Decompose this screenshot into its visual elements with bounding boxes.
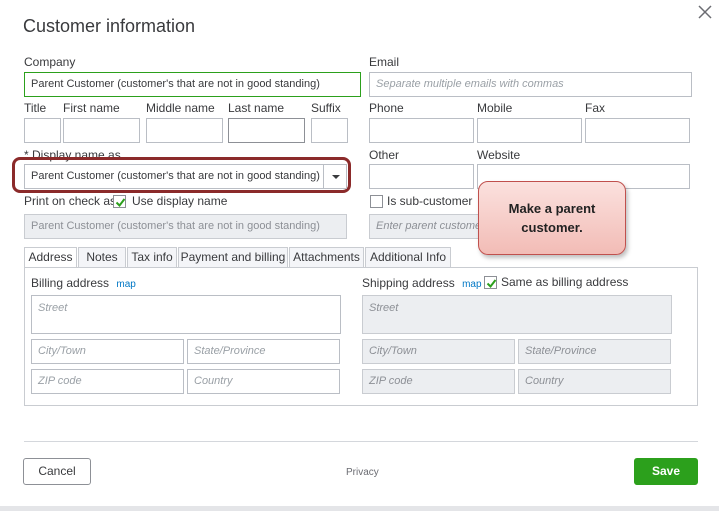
- billing-country-input[interactable]: Country: [187, 369, 340, 394]
- callout-box: Make a parent customer.: [478, 181, 626, 255]
- billing-map-link[interactable]: map: [116, 279, 135, 290]
- email-label: Email: [369, 55, 400, 69]
- print-on-check-input[interactable]: Parent Customer (customer's that are not…: [24, 214, 347, 239]
- use-display-name-label: Use display name: [132, 194, 228, 208]
- title-input[interactable]: [24, 118, 61, 143]
- tab-notes[interactable]: Notes: [78, 247, 126, 268]
- company-input[interactable]: Parent Customer (customer's that are not…: [24, 72, 361, 97]
- tab-tax-info[interactable]: Tax info: [127, 247, 177, 268]
- first-name-input[interactable]: [63, 118, 140, 143]
- fax-label: Fax: [585, 101, 606, 115]
- display-name-select[interactable]: Parent Customer (customer's that are not…: [24, 164, 347, 189]
- shipping-street-input[interactable]: Street: [362, 295, 672, 334]
- save-button[interactable]: Save: [634, 458, 698, 485]
- cancel-button[interactable]: Cancel: [23, 458, 91, 485]
- tab-additional-info[interactable]: Additional Info: [365, 247, 451, 268]
- shipping-city-input[interactable]: City/Town: [362, 339, 515, 364]
- middle-name-input[interactable]: [146, 118, 223, 143]
- checkmark-icon: [115, 198, 126, 208]
- last-name-label: Last name: [228, 101, 285, 115]
- chevron-down-icon[interactable]: [323, 165, 346, 188]
- fax-input[interactable]: [585, 118, 690, 143]
- title-label: Title: [24, 101, 47, 115]
- footer-divider: [24, 441, 698, 442]
- print-on-check-label: Print on check as: [24, 194, 117, 208]
- billing-city-input[interactable]: City/Town: [31, 339, 184, 364]
- dialog-title: Customer information: [23, 16, 196, 36]
- parent-customer-input[interactable]: Enter parent customer: [369, 214, 479, 239]
- close-icon[interactable]: [697, 4, 713, 20]
- email-input[interactable]: Separate multiple emails with commas: [369, 72, 692, 97]
- middle-name-label: Middle name: [146, 101, 215, 115]
- billing-street-input[interactable]: Street: [31, 295, 341, 334]
- checkmark-icon: [486, 279, 497, 289]
- shipping-map-link[interactable]: map: [462, 279, 481, 290]
- shipping-state-input[interactable]: State/Province: [518, 339, 671, 364]
- same-as-billing-label: Same as billing address: [501, 275, 629, 289]
- same-as-billing-checkbox[interactable]: [484, 276, 497, 289]
- phone-input[interactable]: [369, 118, 474, 143]
- shipping-zip-input[interactable]: ZIP code: [362, 369, 515, 394]
- company-label: Company: [24, 55, 76, 69]
- shipping-country-input[interactable]: Country: [518, 369, 671, 394]
- use-display-name-checkbox[interactable]: [113, 195, 126, 208]
- billing-zip-input[interactable]: ZIP code: [31, 369, 184, 394]
- tab-attachments[interactable]: Attachments: [289, 247, 364, 268]
- sub-customer-checkbox[interactable]: [370, 195, 383, 208]
- phone-label: Phone: [369, 101, 404, 115]
- shipping-address-label: Shipping address map: [362, 276, 482, 290]
- sub-customer-label: Is sub-customer: [387, 194, 473, 208]
- other-input[interactable]: [369, 164, 474, 189]
- last-name-input[interactable]: [228, 118, 305, 143]
- billing-address-label: Billing address map: [31, 276, 136, 290]
- other-label: Other: [369, 148, 400, 162]
- suffix-label: Suffix: [311, 101, 341, 115]
- window-bottom-edge: [0, 506, 719, 511]
- mobile-input[interactable]: [477, 118, 582, 143]
- callout-text: Make a parent customer.: [508, 201, 596, 235]
- billing-state-input[interactable]: State/Province: [187, 339, 340, 364]
- privacy-link[interactable]: Privacy: [346, 467, 379, 478]
- website-label: Website: [477, 148, 521, 162]
- suffix-input[interactable]: [311, 118, 348, 143]
- first-name-label: First name: [63, 101, 120, 115]
- mobile-label: Mobile: [477, 101, 513, 115]
- tab-address[interactable]: Address: [24, 247, 77, 268]
- tab-payment-and-billing[interactable]: Payment and billing: [178, 247, 288, 268]
